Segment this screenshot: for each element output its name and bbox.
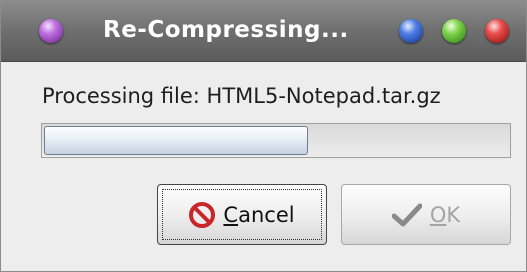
- cancel-label: Cancel: [223, 202, 295, 227]
- maximize-button[interactable]: [442, 19, 466, 43]
- progress-fill: [44, 126, 308, 155]
- window-title: Re-Compressing...: [103, 17, 349, 43]
- title-bar[interactable]: Re-Compressing...: [1, 1, 526, 62]
- window-menu-button[interactable]: [39, 19, 63, 43]
- cancel-button[interactable]: Cancel: [157, 184, 327, 245]
- checkmark-icon: [391, 203, 422, 227]
- progress-bar: [41, 123, 511, 158]
- ok-button[interactable]: OK: [341, 184, 511, 245]
- ok-label: OK: [429, 202, 461, 227]
- processing-message: Processing file: HTML5-Notepad.tar.gz: [42, 84, 441, 108]
- minimize-button[interactable]: [399, 19, 423, 43]
- no-entry-icon: [189, 201, 216, 228]
- recompress-dialog: Re-Compressing... Processing file: HTML5…: [0, 0, 527, 272]
- close-button[interactable]: [485, 19, 509, 43]
